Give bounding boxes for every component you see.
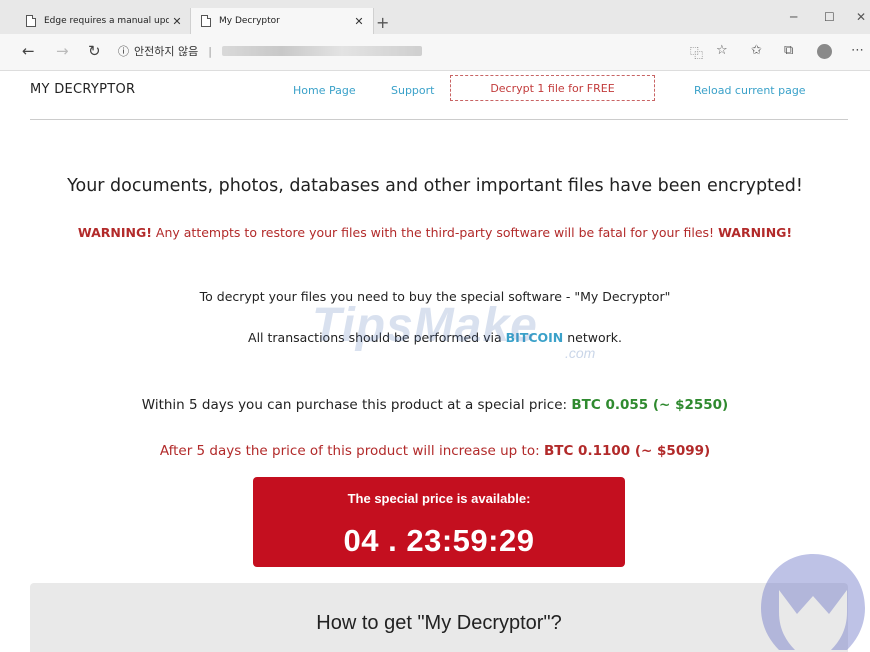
profile-avatar[interactable] xyxy=(817,44,832,59)
increase-price: BTC 0.1100 (~ $5099) xyxy=(543,443,711,459)
address-toolbar: ← → ↻ ⓘ 안전하지 않음 | ⿻ ☆ ✩ ⧉ ⋯ xyxy=(0,34,870,71)
tab-my-decryptor[interactable]: My Decryptor ✕ xyxy=(190,8,374,34)
page-headline: Your documents, photos, databases and ot… xyxy=(67,176,803,196)
back-icon[interactable]: ← xyxy=(22,42,35,60)
favorites-hub-icon[interactable]: ✩ xyxy=(751,43,762,58)
buy-software-text: To decrypt your files you need to buy th… xyxy=(199,289,671,304)
tab-label: My Decryptor xyxy=(219,16,280,26)
increase-text: After 5 days the price of this product w… xyxy=(159,443,540,459)
timer-caption: The special price is available: xyxy=(347,491,531,506)
forward-icon[interactable]: → xyxy=(56,42,69,60)
reading-view-icon[interactable]: ⿻ xyxy=(690,43,703,62)
warning-message: WARNING! Any attempts to restore your fi… xyxy=(10,225,860,240)
header-divider xyxy=(30,119,848,120)
web-page: MY DECRYPTOR Home Page Support Decrypt 1… xyxy=(10,71,860,652)
minimize-icon[interactable]: ─ xyxy=(790,10,797,24)
offer-text: Within 5 days you can purchase this prod… xyxy=(141,397,568,413)
transactions-before: All transactions should be performed via xyxy=(248,330,502,345)
how-to-title: How to get "My Decryptor"? xyxy=(316,612,562,634)
page-icon xyxy=(26,15,36,27)
info-icon[interactable]: ⓘ xyxy=(118,43,129,59)
countdown-timer-box: The special price is available: 04 . 23:… xyxy=(253,477,625,567)
favorite-star-icon[interactable]: ☆ xyxy=(716,43,728,58)
tab-close-icon[interactable]: ✕ xyxy=(169,15,185,28)
special-offer-text: Within 5 days you can purchase this prod… xyxy=(10,397,860,413)
transactions-after: network. xyxy=(567,330,622,345)
security-status: 안전하지 않음 xyxy=(134,45,199,58)
warning-label-end: WARNING! xyxy=(718,225,793,240)
bitcoin-label: BITCOIN xyxy=(505,330,564,345)
browser-tab-strip: Edge requires a manual update ✕ My Decry… xyxy=(0,0,870,34)
support-link[interactable]: Support xyxy=(391,84,434,97)
home-page-link[interactable]: Home Page xyxy=(293,84,356,97)
tab-edge-update[interactable]: Edge requires a manual update ✕ xyxy=(16,8,191,34)
url-text xyxy=(221,46,422,56)
maximize-icon[interactable]: ☐ xyxy=(824,10,835,24)
address-field[interactable]: ⓘ 안전하지 않음 | xyxy=(118,43,422,59)
more-menu-icon[interactable]: ⋯ xyxy=(851,43,864,58)
price-increase-text: After 5 days the price of this product w… xyxy=(10,443,860,459)
countdown-timer: 04 . 23:59:29 xyxy=(343,523,535,558)
reload-page-link[interactable]: Reload current page xyxy=(694,84,806,97)
tab-close-icon[interactable]: ✕ xyxy=(351,15,367,28)
address-separator: | xyxy=(208,44,212,58)
window-close-icon[interactable]: ✕ xyxy=(856,10,866,24)
site-brand: MY DECRYPTOR xyxy=(30,82,136,97)
new-tab-icon[interactable]: + xyxy=(376,13,389,32)
refresh-icon[interactable]: ↻ xyxy=(88,42,101,60)
collections-icon[interactable]: ⧉ xyxy=(784,43,793,58)
tab-label: Edge requires a manual update xyxy=(44,16,169,26)
decrypt-free-button[interactable]: Decrypt 1 file for FREE xyxy=(450,75,655,101)
warning-text: Any attempts to restore your files with … xyxy=(155,225,715,240)
site-header: MY DECRYPTOR Home Page Support Decrypt 1… xyxy=(10,71,860,119)
transactions-text: All transactions should be performed via… xyxy=(10,330,860,345)
how-to-panel: How to get "My Decryptor"? xyxy=(30,583,848,652)
page-icon xyxy=(201,15,211,27)
warning-label: WARNING! xyxy=(77,225,152,240)
offer-price: BTC 0.055 (~ $2550) xyxy=(571,397,729,413)
